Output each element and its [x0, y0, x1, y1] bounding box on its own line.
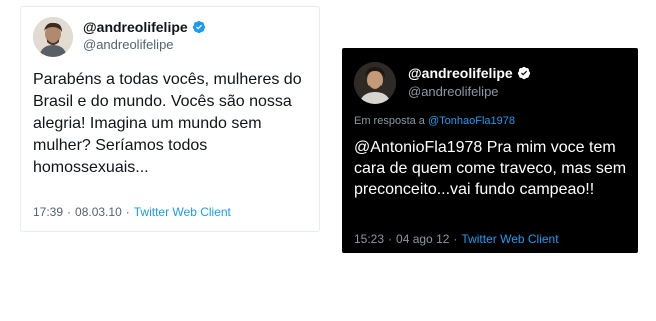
reply-prefix: Em resposta a [354, 115, 425, 127]
tweet-time[interactable]: 17:39 [33, 205, 63, 219]
display-name[interactable]: @andreolifelipe [83, 19, 206, 35]
reply-context: Em resposta a @TonhaoFla1978 [354, 115, 515, 127]
tweet-client-link[interactable]: Twitter Web Client [134, 205, 231, 219]
meta-separator: · [125, 205, 130, 219]
avatar[interactable] [33, 17, 73, 57]
verified-badge-icon [192, 20, 206, 34]
meta-separator: · [67, 205, 72, 219]
tweet-date[interactable]: 04 ago 12 [396, 232, 449, 246]
meta-separator: · [453, 232, 458, 246]
display-name-text[interactable]: @andreolifelipe [83, 19, 188, 35]
meta-separator: · [388, 232, 393, 246]
tweet-date[interactable]: 08.03.10 [75, 205, 122, 219]
display-name[interactable]: @andreolifelipe [408, 65, 531, 81]
tweet-text: Parabéns a todas vocês, mulheres do Bras… [33, 71, 302, 176]
verified-badge-icon [517, 66, 531, 80]
tweet-text: @AntonioFla1978 Pra mim voce tem cara de… [354, 139, 627, 198]
handle[interactable]: @andreolifelipe [83, 37, 174, 52]
handle[interactable]: @andreolifelipe [408, 84, 499, 99]
reply-mention-link[interactable]: @TonhaoFla1978 [428, 115, 515, 127]
tweet-card-dark: @andreolifelipe @andreolifelipe Em respo… [342, 48, 638, 253]
tweet-client-link[interactable]: Twitter Web Client [461, 232, 558, 246]
tweet-time[interactable]: 15:23 [354, 232, 384, 246]
tweet-meta: 17:39 · 08.03.10 · Twitter Web Client [33, 205, 231, 219]
avatar[interactable] [354, 62, 396, 104]
tweet-card-light: @andreolifelipe @andreolifelipe Parabéns… [20, 6, 320, 232]
display-name-text[interactable]: @andreolifelipe [408, 65, 513, 81]
tweet-meta: 15:23 · 04 ago 12 · Twitter Web Client [354, 232, 559, 246]
